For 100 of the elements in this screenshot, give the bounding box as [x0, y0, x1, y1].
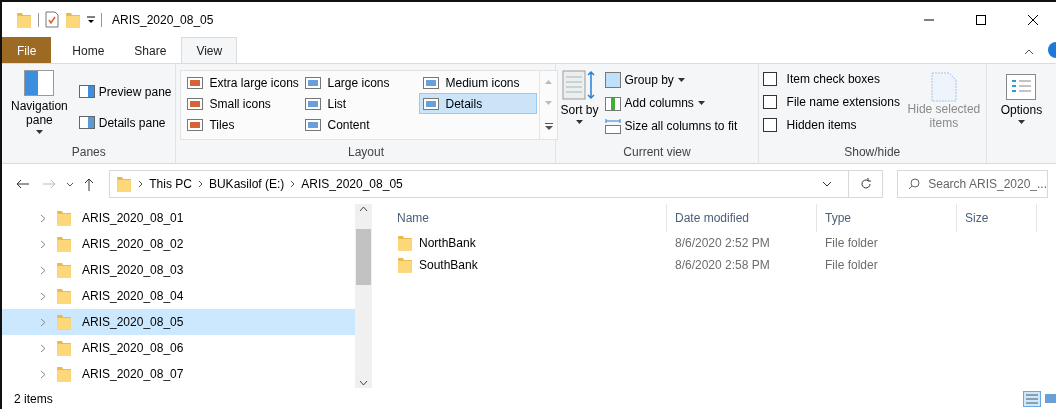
search-field[interactable]: Search ARIS_2020_...: [897, 170, 1048, 198]
view-icon: [423, 97, 440, 110]
folder-icon: [56, 313, 72, 331]
close-icon: [1028, 14, 1038, 25]
view-icon: [305, 76, 322, 89]
search-icon: [908, 178, 921, 190]
details-pane-icon: [78, 116, 95, 129]
column-header[interactable]: Size: [957, 204, 1037, 232]
ribbon-tab[interactable]: View: [181, 37, 238, 63]
folder-icon: [397, 256, 413, 274]
back-arrow-icon: [14, 179, 29, 189]
maximize-icon: [976, 14, 986, 25]
file-tab[interactable]: File: [2, 37, 52, 63]
view-icon: [423, 76, 440, 89]
tree-item[interactable]: ARIS_2020_08_03: [2, 257, 355, 283]
size-columns-button[interactable]: Size all columns to fit: [604, 116, 738, 135]
chevron-icon: [290, 180, 296, 188]
add-columns-button[interactable]: Add columns: [604, 93, 738, 112]
expand-icon[interactable]: [40, 265, 46, 275]
group-label: Show/hide: [843, 144, 902, 161]
table-cell-text: File folder: [824, 258, 879, 272]
expand-icon[interactable]: [40, 291, 46, 301]
breadcrumb[interactable]: ARIS_2020_08_05: [301, 177, 403, 191]
caret-icon: [677, 77, 685, 82]
group-by-button[interactable]: Group by: [604, 70, 738, 89]
dropdown-icon[interactable]: [87, 15, 95, 24]
checkbox[interactable]: File name extensions: [762, 91, 900, 113]
expand-icon[interactable]: [40, 213, 46, 223]
preview-pane-button[interactable]: Preview pane: [78, 82, 172, 101]
checkbox[interactable]: Hidden items: [762, 114, 900, 136]
hide-document-icon: [930, 72, 957, 102]
expand-icon[interactable]: [40, 317, 46, 327]
file-row[interactable]: SouthBank 8/6/2020 2:58 PM File folder: [372, 254, 1056, 276]
column-header[interactable]: Date modified: [667, 204, 817, 232]
layout-option[interactable]: List: [301, 93, 420, 114]
view-icon: [187, 97, 204, 110]
window-title: ARIS_2020_08_05: [112, 12, 215, 27]
address-dropdown-icon[interactable]: [822, 181, 833, 187]
view-icon: [187, 76, 204, 89]
group-by-icon: [604, 71, 621, 88]
view-icon: [305, 118, 322, 131]
preview-pane-icon: [78, 85, 95, 98]
expand-icon[interactable]: [40, 239, 46, 249]
table-cell-text: 8/6/2020 2:58 PM: [674, 258, 771, 272]
table-cell-text: File folder: [824, 236, 879, 250]
forward-arrow-icon: [42, 179, 57, 189]
collapse-ribbon-icon[interactable]: [1024, 49, 1034, 55]
caret-icon: [1017, 120, 1025, 124]
chevron-icon: [197, 180, 203, 188]
file-row[interactable]: NorthBank 8/6/2020 2:52 PM File folder: [372, 232, 1056, 254]
size-columns-icon: [604, 117, 621, 134]
layout-option[interactable]: Tiles: [183, 114, 302, 135]
layout-option[interactable]: Content: [301, 114, 420, 135]
layout-option[interactable]: Small icons: [183, 93, 302, 114]
address-bar[interactable]: This PC BUKasilof (E:) ARIS_2020_08_05: [109, 170, 884, 198]
navigation-pane-icon: [24, 70, 55, 96]
tree-item[interactable]: ARIS_2020_08_02: [2, 231, 355, 257]
tree-item[interactable]: ARIS_2020_08_01: [2, 205, 355, 231]
scroll-down-icon[interactable]: [359, 381, 368, 386]
sort-by-button[interactable]: Sort by: [560, 68, 599, 143]
details-view-icon[interactable]: [1023, 390, 1041, 407]
folder-icon: [56, 287, 72, 305]
caret-icon: [35, 130, 43, 134]
group-label: Layout: [346, 144, 385, 161]
breadcrumb[interactable]: This PC: [149, 177, 192, 191]
layout-option[interactable]: Extra large icons: [183, 72, 302, 93]
table-cell-text: 8/6/2020 2:52 PM: [674, 236, 771, 250]
navigation-pane-button[interactable]: Navigation pane: [6, 68, 73, 143]
column-header[interactable]: Name: [372, 204, 667, 232]
expand-icon[interactable]: [40, 369, 46, 379]
recent-locations-icon[interactable]: [65, 181, 74, 187]
group-label: Panes: [70, 144, 107, 161]
options-button[interactable]: Options: [990, 68, 1052, 126]
layout-option[interactable]: Medium icons: [419, 72, 538, 93]
sort-icon: [562, 70, 597, 100]
properties-icon[interactable]: [45, 11, 59, 28]
scroll-up-icon[interactable]: [359, 206, 368, 211]
expand-icon[interactable]: [40, 343, 46, 353]
layout-option[interactable]: Details: [419, 93, 538, 114]
expand-gallery-icon[interactable]: [545, 123, 553, 131]
folder-icon: [397, 234, 413, 252]
caret-icon: [697, 100, 705, 105]
chevron-icon: [138, 180, 144, 188]
layout-option[interactable]: Large icons: [301, 72, 420, 93]
up-arrow-icon: [84, 177, 95, 191]
checkbox[interactable]: Item check boxes: [762, 68, 900, 90]
column-header[interactable]: Type: [817, 204, 957, 232]
breadcrumb[interactable]: BUKasilof (E:): [208, 177, 285, 191]
folder-icon: [56, 209, 72, 227]
folder-icon: [56, 235, 72, 253]
item-count: 2 items: [14, 391, 53, 406]
tree-item[interactable]: ARIS_2020_08_04: [2, 283, 355, 309]
scrollbar-thumb[interactable]: [356, 229, 371, 285]
tree-item[interactable]: ARIS_2020_08_05: [2, 309, 355, 335]
details-pane-button[interactable]: Details pane: [78, 113, 172, 132]
folder-icon: [116, 175, 133, 193]
folder-icon: [16, 10, 32, 29]
folder-icon: [56, 365, 72, 383]
tree-item[interactable]: ARIS_2020_08_06: [2, 335, 355, 361]
tree-item[interactable]: ARIS_2020_08_07: [2, 361, 355, 387]
